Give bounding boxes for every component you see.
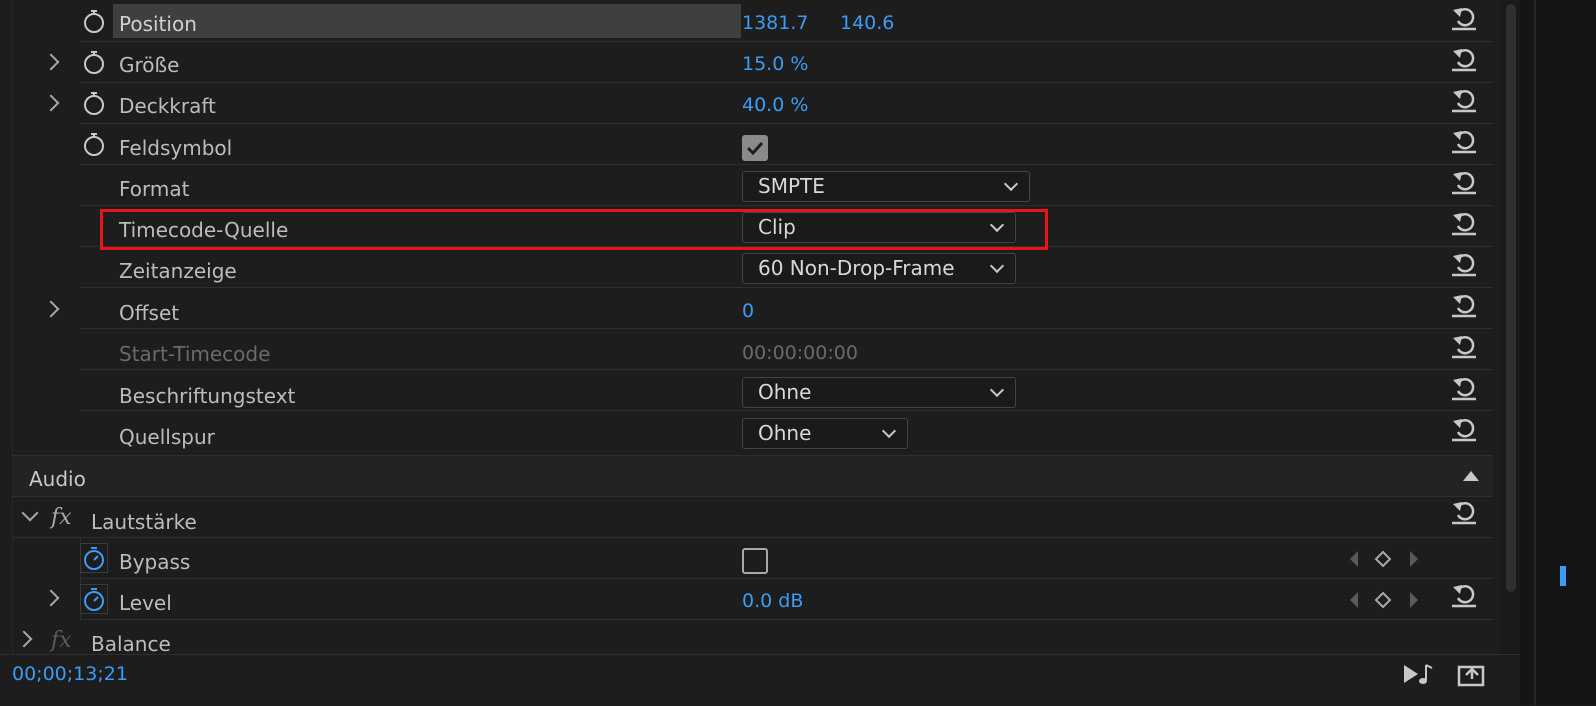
property-row-bypass	[80, 537, 1493, 579]
reset-icon[interactable]	[1450, 251, 1478, 277]
property-label: Zeitanzeige	[119, 259, 237, 283]
current-timecode[interactable]: 00;00;13;21	[12, 663, 128, 685]
dropdown-value: Ohne	[758, 421, 812, 445]
expand-chevron-icon[interactable]	[42, 300, 60, 318]
collapse-triangle-icon[interactable]	[1462, 470, 1480, 482]
indent-guide	[50, 537, 81, 619]
audio-section-header[interactable]	[12, 455, 1493, 497]
effect-row-volume	[12, 496, 1493, 538]
reset-icon[interactable]	[1450, 87, 1478, 113]
property-label: Deckkraft	[119, 94, 216, 118]
chevron-down-icon	[989, 258, 1005, 274]
panel-divider[interactable]	[1534, 0, 1536, 705]
property-label: Feldsymbol	[119, 136, 233, 160]
keyframe-navigator[interactable]	[1346, 548, 1426, 570]
reset-icon[interactable]	[1450, 292, 1478, 318]
property-label: Level	[119, 591, 172, 615]
effect-controls-panel: Position 1381.7 140.6 Größe 15.0 % Deckk…	[0, 0, 1520, 706]
row-selection-highlight	[113, 4, 741, 38]
reset-icon[interactable]	[1450, 333, 1478, 359]
property-label: Position	[119, 12, 197, 36]
dropdown-value: Ohne	[758, 380, 812, 404]
stopwatch-icon[interactable]	[80, 543, 108, 573]
effect-name: Lautstärke	[91, 510, 197, 534]
reset-icon[interactable]	[1450, 169, 1478, 195]
property-label: Größe	[119, 53, 180, 77]
fx-icon[interactable]: fx	[51, 628, 72, 653]
scrollbar-thumb[interactable]	[1506, 4, 1516, 592]
position-x-value[interactable]: 1381.7	[742, 12, 808, 34]
property-label: Start-Timecode	[119, 342, 271, 366]
start-timecode-value: 00:00:00:00	[742, 342, 858, 364]
property-label: Quellspur	[119, 425, 215, 449]
stopwatch-icon[interactable]	[80, 584, 108, 614]
property-row-offset	[80, 287, 1493, 329]
highlight-annotation	[100, 209, 1048, 250]
chevron-down-icon	[881, 423, 897, 439]
reset-icon[interactable]	[1450, 5, 1478, 31]
play-audio-icon[interactable]	[1402, 661, 1434, 687]
field-symbol-checkbox[interactable]	[742, 135, 768, 161]
bypass-checkbox[interactable]	[742, 548, 768, 574]
left-gutter	[0, 0, 13, 660]
reset-icon[interactable]	[1450, 582, 1478, 608]
opacity-value[interactable]: 40.0 %	[742, 94, 808, 116]
property-row-field-symbol	[80, 123, 1493, 165]
expand-chevron-icon[interactable]	[15, 630, 33, 648]
source-track-dropdown[interactable]: Ohne	[742, 418, 908, 449]
stopwatch-icon[interactable]	[82, 131, 106, 157]
section-title: Audio	[29, 467, 86, 491]
stopwatch-icon[interactable]	[82, 49, 106, 75]
property-label: Format	[119, 177, 190, 201]
keyframe-navigator[interactable]	[1346, 589, 1426, 611]
reset-icon[interactable]	[1450, 128, 1478, 154]
offset-value[interactable]: 0	[742, 300, 754, 322]
stopwatch-icon[interactable]	[82, 90, 106, 116]
fx-icon[interactable]: fx	[51, 505, 72, 530]
adjacent-panel-marker	[1560, 566, 1566, 586]
time-display-dropdown[interactable]: 60 Non-Drop-Frame	[742, 253, 1016, 284]
adjacent-panel	[1520, 0, 1596, 705]
level-value[interactable]: 0.0 dB	[742, 590, 803, 612]
effect-name: Balance	[91, 632, 171, 656]
property-label: Bypass	[119, 550, 191, 574]
caption-text-dropdown[interactable]: Ohne	[742, 377, 1016, 408]
reset-icon[interactable]	[1450, 375, 1478, 401]
dropdown-value: 60 Non-Drop-Frame	[758, 256, 955, 280]
reset-icon[interactable]	[1450, 416, 1478, 442]
property-label: Offset	[119, 301, 180, 325]
scale-value[interactable]: 15.0 %	[742, 53, 808, 75]
position-y-value[interactable]: 140.6	[840, 12, 894, 34]
dropdown-value: SMPTE	[758, 174, 825, 198]
property-label: Beschriftungstext	[119, 384, 296, 408]
chevron-down-icon	[989, 382, 1005, 398]
expand-chevron-icon[interactable]	[42, 94, 60, 112]
reset-icon[interactable]	[1450, 499, 1478, 525]
reset-icon[interactable]	[1450, 46, 1478, 72]
chevron-down-icon	[1003, 176, 1019, 192]
expand-chevron-icon[interactable]	[42, 53, 60, 71]
reset-icon[interactable]	[1450, 210, 1478, 236]
export-icon[interactable]	[1456, 659, 1486, 687]
stopwatch-icon[interactable]	[82, 8, 106, 34]
footer-bar: 00;00;13;21	[0, 654, 1520, 706]
format-dropdown[interactable]: SMPTE	[742, 171, 1030, 202]
